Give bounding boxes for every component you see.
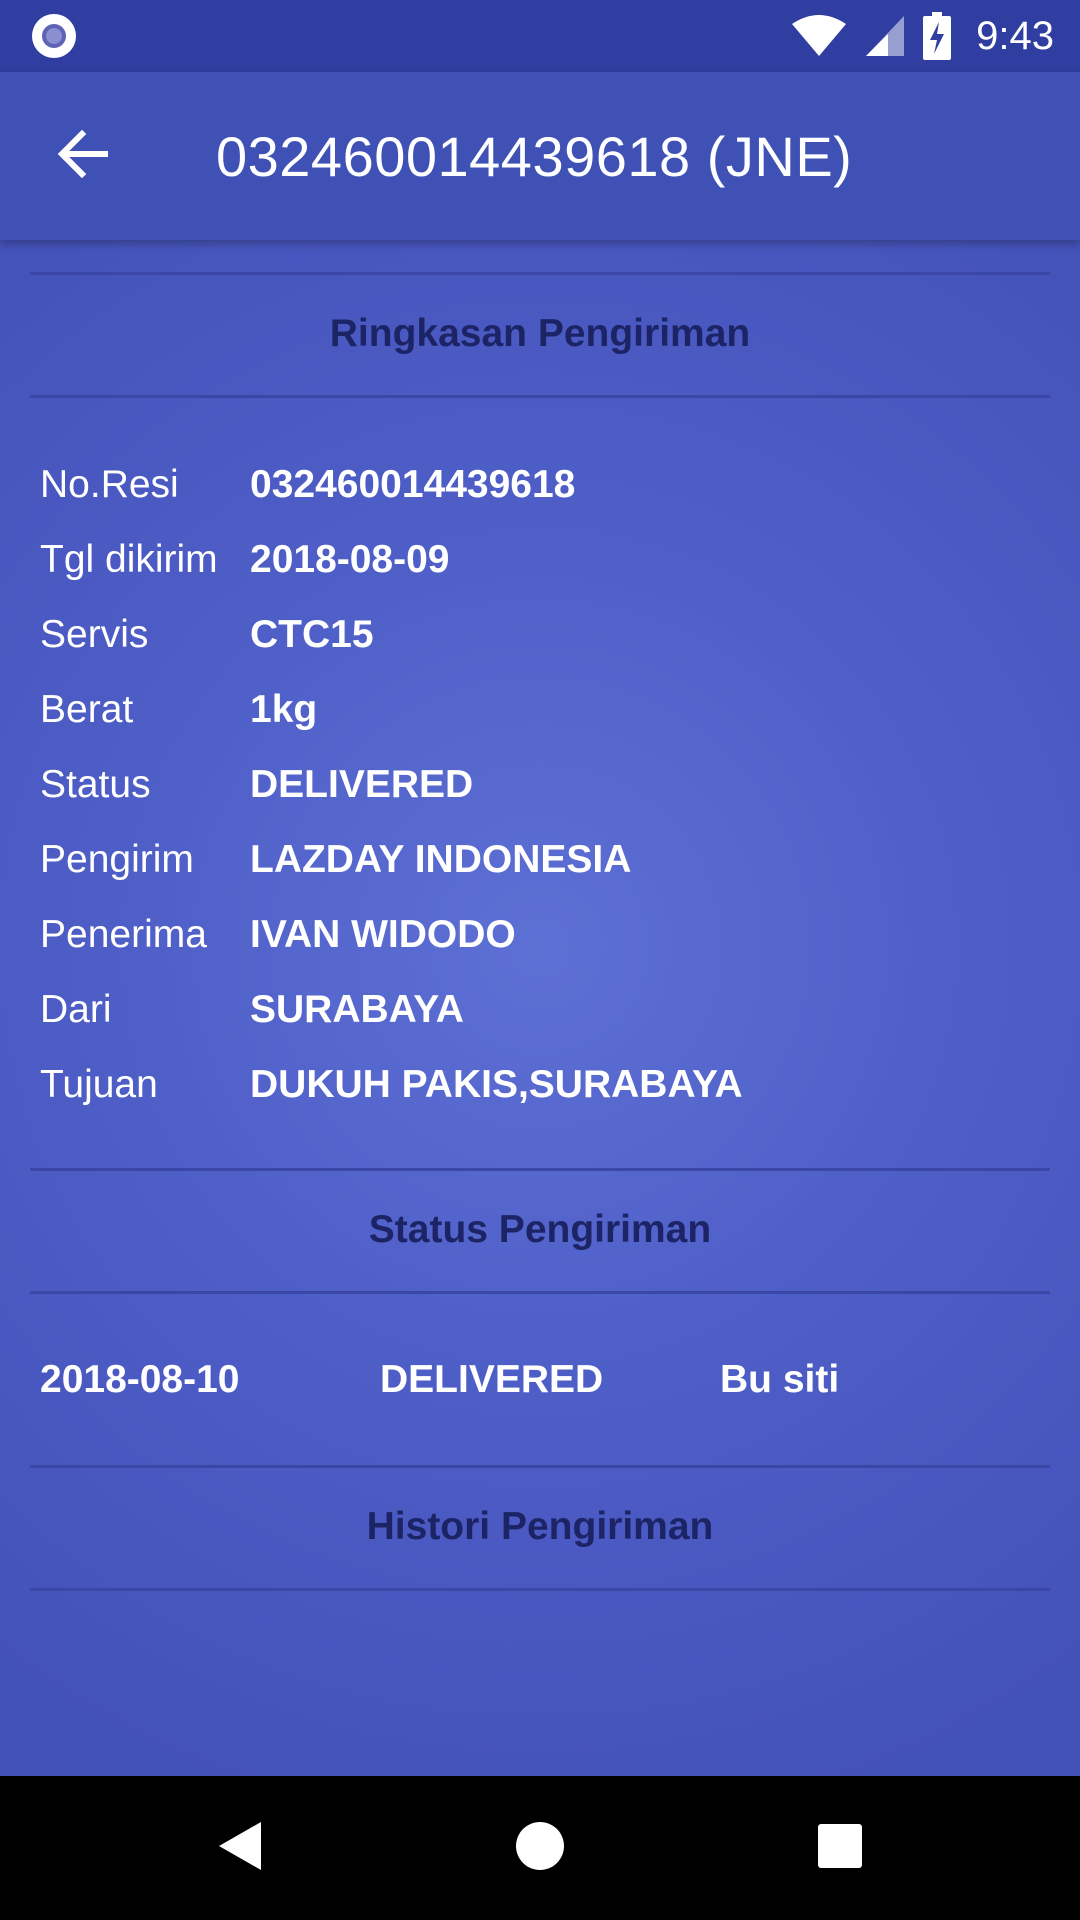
divider: [30, 1291, 1050, 1294]
summary-label: Berat: [40, 688, 134, 731]
summary-value: IVAN WIDODO: [250, 913, 516, 956]
summary-row-origin: Dari SURABAYA: [40, 980, 464, 1040]
divider: [30, 1465, 1050, 1468]
status-section-title: Status Pengiriman: [368, 1208, 712, 1251]
summary-label: No.Resi: [40, 463, 179, 506]
summary-label: Servis: [40, 613, 149, 656]
home-circle-icon: [515, 1821, 565, 1876]
summary-label: Tujuan: [40, 1063, 158, 1106]
summary-row-date: Tgl dikirim 2018-08-09: [40, 530, 450, 590]
recents-square-icon: [817, 1823, 863, 1874]
summary-value: SURABAYA: [250, 988, 464, 1031]
status-receiver: Bu siti: [720, 1358, 840, 1401]
summary-row-sender: Pengirim LAZDAY INDONESIA: [40, 830, 631, 890]
summary-value: LAZDAY INDONESIA: [250, 838, 632, 881]
summary-value: 2018-08-09: [250, 538, 450, 581]
status-bar-left: [32, 14, 76, 58]
arrow-left-icon: [56, 129, 112, 183]
summary-value: 1kg: [250, 688, 318, 731]
summary-row-destination: Tujuan DUKUH PAKIS,SURABAYA: [40, 1055, 743, 1115]
wifi-icon: [790, 14, 848, 58]
nav-home-button[interactable]: [460, 1776, 620, 1920]
navigation-bar: [0, 1776, 1080, 1920]
summary-row-service: Servis CTC15: [40, 605, 374, 665]
summary-value: DUKUH PAKIS,SURABAYA: [250, 1063, 743, 1106]
battery-charging-icon: [922, 12, 952, 60]
status-date: 2018-08-10: [40, 1358, 240, 1401]
status-value: DELIVERED: [380, 1358, 604, 1401]
nav-back-button[interactable]: [160, 1776, 320, 1920]
status-bar: 9:43: [0, 0, 1080, 72]
back-triangle-icon: [215, 1820, 265, 1877]
summary-value: 032460014439618: [250, 463, 576, 506]
summary-label: Status: [40, 763, 151, 806]
summary-value: DELIVERED: [250, 763, 474, 806]
divider: [30, 1588, 1050, 1591]
summary-label: Dari: [40, 988, 112, 1031]
divider: [30, 395, 1050, 398]
back-button[interactable]: [24, 96, 144, 216]
summary-label: Pengirim: [40, 838, 194, 881]
summary-row-resi: No.Resi 032460014439618: [40, 455, 575, 515]
notification-icon: [32, 14, 76, 58]
summary-value: CTC15: [250, 613, 374, 656]
status-time: 9:43: [976, 13, 1054, 58]
page-title: 032460014439618 (JNE): [216, 124, 853, 188]
nav-recents-button[interactable]: [760, 1776, 920, 1920]
app-bar: 032460014439618 (JNE): [0, 72, 1080, 240]
divider: [30, 272, 1050, 275]
divider: [30, 1168, 1050, 1171]
status-bar-right: 9:43: [790, 12, 1054, 60]
summary-section-title: Ringkasan Pengiriman: [329, 312, 751, 355]
summary-row-weight: Berat 1kg: [40, 680, 317, 740]
summary-row-receiver: Penerima IVAN WIDODO: [40, 905, 516, 965]
shipment-detail: Ringkasan Pengiriman No.Resi 03246001443…: [0, 240, 1080, 1776]
summary-label: Penerima: [40, 913, 207, 956]
summary-row-status: Status DELIVERED: [40, 755, 473, 815]
summary-label: Tgl dikirim: [40, 538, 218, 581]
signal-icon: [864, 14, 906, 58]
history-section-title: Histori Pengiriman: [366, 1505, 714, 1548]
